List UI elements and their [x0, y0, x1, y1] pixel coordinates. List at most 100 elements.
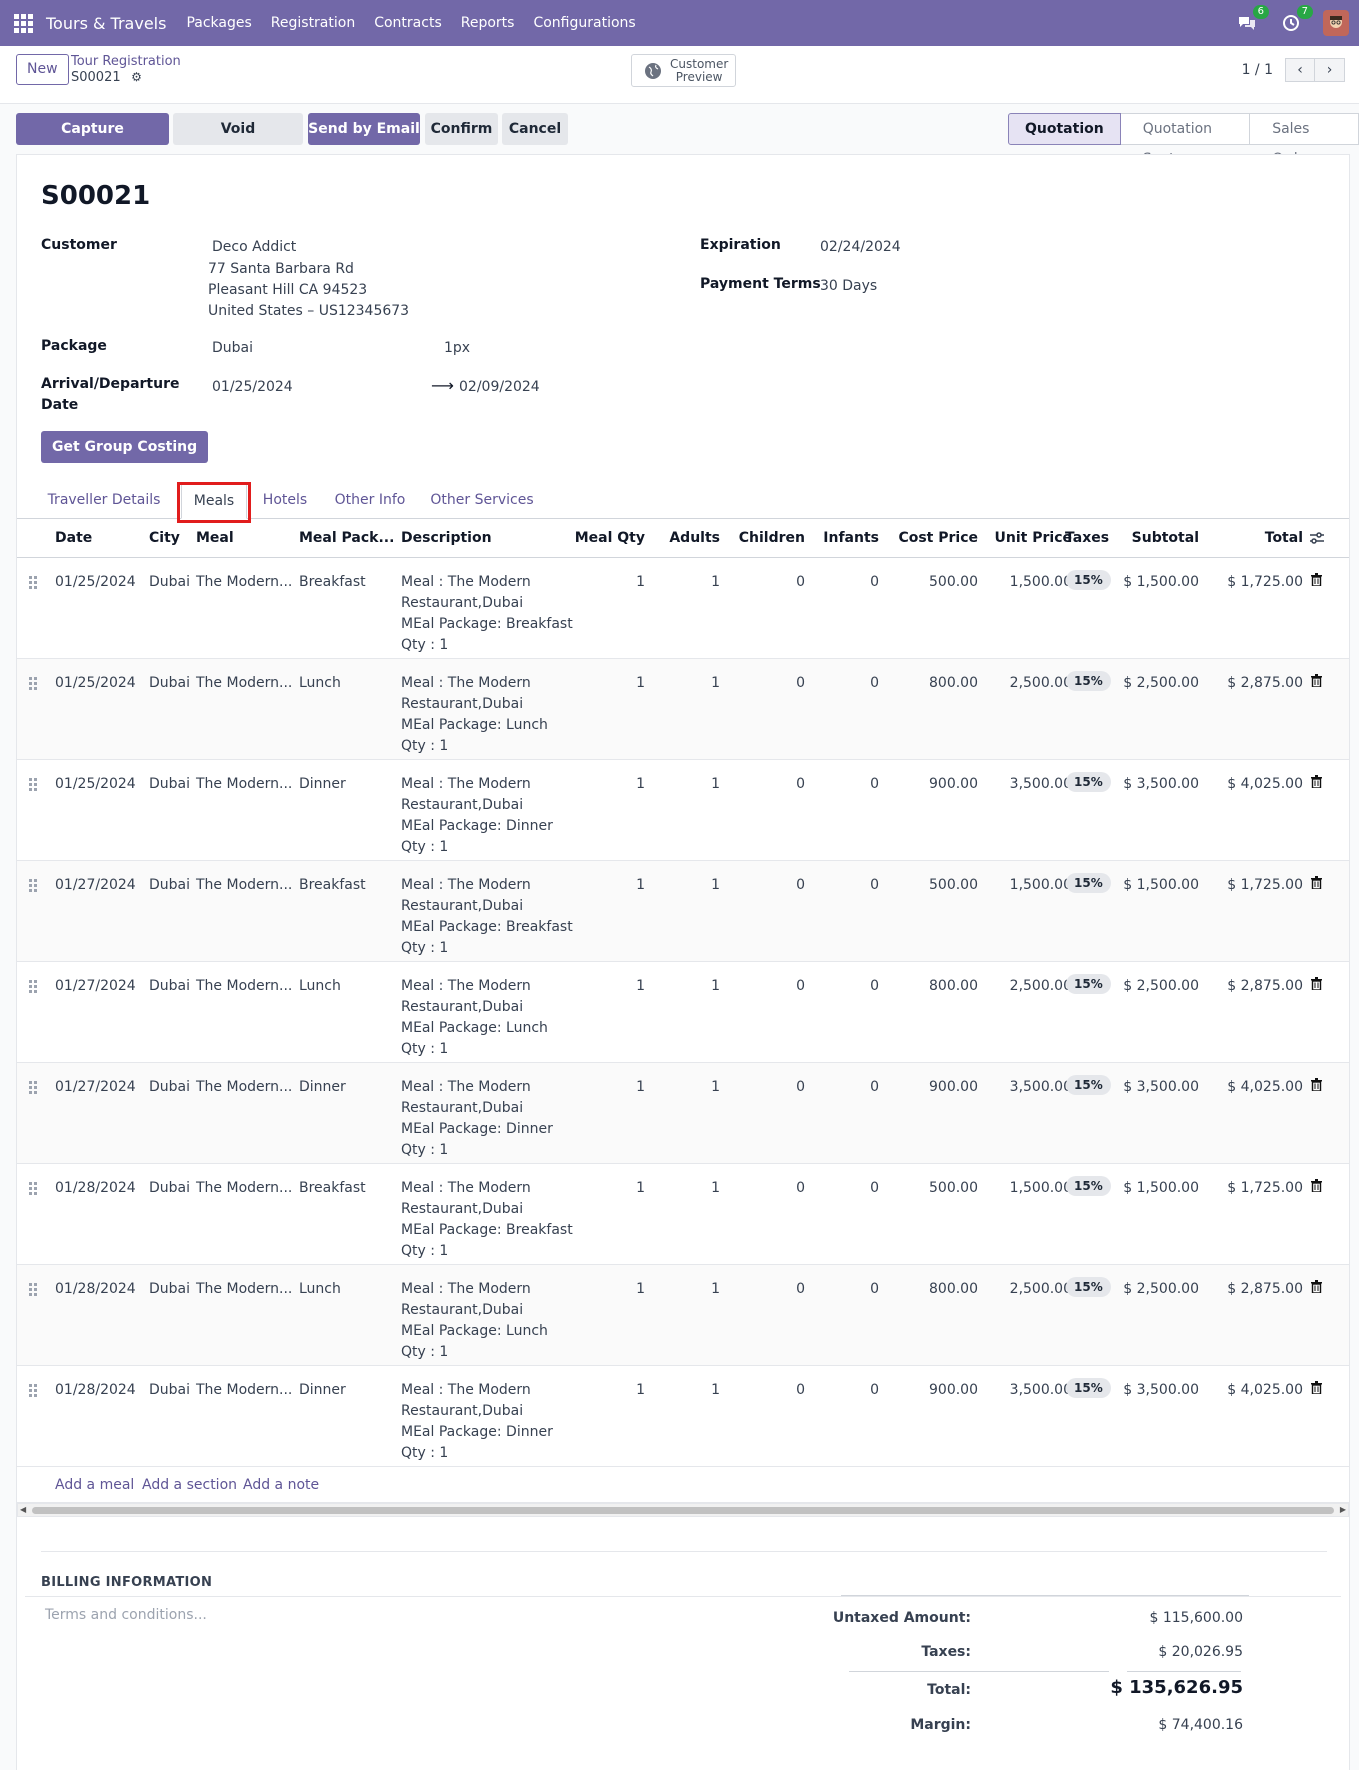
cell-unit-price[interactable]: 2,500.00: [985, 673, 1072, 694]
cell-unit-price[interactable]: 3,500.00: [985, 1380, 1072, 1401]
tax-badge[interactable]: 15%: [1066, 873, 1111, 893]
cell-meal-package[interactable]: Dinner: [299, 1077, 346, 1098]
cell-meal[interactable]: The Modern...: [196, 1077, 292, 1098]
drag-handle-icon[interactable]: [29, 879, 37, 892]
customer-field[interactable]: Deco Addict: [212, 239, 296, 255]
pager-next-button[interactable]: ›: [1315, 58, 1345, 82]
cell-adults[interactable]: 1: [657, 976, 720, 997]
cell-city[interactable]: Dubai: [149, 1279, 190, 1300]
cell-meal-qty[interactable]: 1: [565, 1279, 645, 1300]
confirm-button[interactable]: Confirm: [425, 113, 498, 145]
payment-terms-field[interactable]: 30 Days: [820, 278, 877, 294]
menu-registration[interactable]: Registration: [271, 15, 355, 31]
cell-description[interactable]: Meal : The Modern Restaurant,Dubai MEal …: [401, 1380, 561, 1464]
cell-city[interactable]: Dubai: [149, 875, 190, 896]
cell-adults[interactable]: 1: [657, 673, 720, 694]
cell-infants[interactable]: 0: [812, 1077, 879, 1098]
cell-unit-price[interactable]: 1,500.00: [985, 875, 1072, 896]
drag-handle-icon[interactable]: [29, 576, 37, 589]
expiration-field[interactable]: 02/24/2024: [820, 239, 901, 255]
cell-adults[interactable]: 1: [657, 572, 720, 593]
cell-city[interactable]: Dubai: [149, 673, 190, 694]
cell-adults[interactable]: 1: [657, 875, 720, 896]
cell-meal-package[interactable]: Lunch: [299, 976, 341, 997]
table-row[interactable]: 01/28/2024 Dubai The Modern... Breakfast…: [17, 1164, 1349, 1265]
cell-infants[interactable]: 0: [812, 774, 879, 795]
cell-cost-price[interactable]: 800.00: [886, 673, 978, 694]
cell-meal-package[interactable]: Breakfast: [299, 875, 366, 896]
column-date[interactable]: Date: [55, 519, 92, 558]
cell-infants[interactable]: 0: [812, 875, 879, 896]
cell-city[interactable]: Dubai: [149, 1077, 190, 1098]
drag-handle-icon[interactable]: [29, 1182, 37, 1195]
cell-children[interactable]: 0: [727, 1077, 805, 1098]
tab-meals[interactable]: Meals: [181, 483, 247, 519]
user-avatar[interactable]: [1323, 10, 1349, 36]
table-row[interactable]: 01/25/2024 Dubai The Modern... Lunch Mea…: [17, 659, 1349, 760]
cell-meal-qty[interactable]: 1: [565, 1178, 645, 1199]
column-city[interactable]: City: [149, 519, 180, 558]
add-note-link[interactable]: Add a note: [243, 1467, 319, 1503]
scroll-right-icon[interactable]: ▶: [1340, 1504, 1346, 1516]
customer-preview-button[interactable]: Customer Preview: [631, 54, 736, 87]
cell-infants[interactable]: 0: [812, 673, 879, 694]
trash-icon[interactable]: [1311, 977, 1322, 990]
cell-children[interactable]: 0: [727, 1178, 805, 1199]
cell-meal[interactable]: The Modern...: [196, 572, 292, 593]
cell-cost-price[interactable]: 900.00: [886, 1077, 978, 1098]
cell-meal-package[interactable]: Dinner: [299, 774, 346, 795]
column-cost-price[interactable]: Cost Price: [886, 519, 978, 558]
cell-children[interactable]: 0: [727, 673, 805, 694]
drag-handle-icon[interactable]: [29, 1283, 37, 1296]
cell-adults[interactable]: 1: [657, 1279, 720, 1300]
package-extra-field[interactable]: 1px: [444, 340, 470, 356]
drag-handle-icon[interactable]: [29, 677, 37, 690]
column-meal-qty[interactable]: Meal Qty: [565, 519, 645, 558]
cell-meal-qty[interactable]: 1: [565, 572, 645, 593]
cell-city[interactable]: Dubai: [149, 1178, 190, 1199]
tax-badge[interactable]: 15%: [1066, 1277, 1111, 1297]
tax-badge[interactable]: 15%: [1066, 1176, 1111, 1196]
stage-quotation-sent[interactable]: Quotation Sent: [1120, 113, 1251, 167]
cell-infants[interactable]: 0: [812, 1178, 879, 1199]
tab-other-info[interactable]: Other Info: [325, 483, 415, 519]
cell-unit-price[interactable]: 3,500.00: [985, 774, 1072, 795]
trash-icon[interactable]: [1311, 674, 1322, 687]
cell-meal-package[interactable]: Lunch: [299, 1279, 341, 1300]
new-button[interactable]: New: [16, 54, 69, 85]
menu-packages[interactable]: Packages: [186, 15, 251, 31]
cell-date[interactable]: 01/28/2024: [55, 1178, 136, 1199]
cell-children[interactable]: 0: [727, 976, 805, 997]
scrollbar-thumb[interactable]: [32, 1507, 1334, 1514]
cell-meal[interactable]: The Modern...: [196, 1380, 292, 1401]
cell-meal-qty[interactable]: 1: [565, 875, 645, 896]
drag-handle-icon[interactable]: [29, 778, 37, 791]
cell-meal-qty[interactable]: 1: [565, 1380, 645, 1401]
tax-badge[interactable]: 15%: [1066, 1378, 1111, 1398]
cell-date[interactable]: 01/25/2024: [55, 673, 136, 694]
terms-and-conditions-field[interactable]: Terms and conditions...: [45, 1607, 207, 1623]
menu-configurations[interactable]: Configurations: [533, 15, 635, 31]
cell-adults[interactable]: 1: [657, 1077, 720, 1098]
cell-meal[interactable]: The Modern...: [196, 1178, 292, 1199]
cell-meal-qty[interactable]: 1: [565, 1077, 645, 1098]
cancel-button[interactable]: Cancel: [502, 113, 568, 145]
void-transaction-button[interactable]: Void Transaction: [173, 113, 303, 169]
trash-icon[interactable]: [1311, 573, 1322, 586]
column-adults[interactable]: Adults: [657, 519, 720, 558]
arrival-date-field[interactable]: 01/25/2024: [212, 379, 293, 395]
drag-handle-icon[interactable]: [29, 1081, 37, 1094]
cell-children[interactable]: 0: [727, 1380, 805, 1401]
send-by-email-button[interactable]: Send by Email: [308, 113, 420, 145]
cell-date[interactable]: 01/27/2024: [55, 1077, 136, 1098]
column-taxes[interactable]: Taxes: [1065, 519, 1109, 558]
table-row[interactable]: 01/25/2024 Dubai The Modern... Dinner Me…: [17, 760, 1349, 861]
cell-description[interactable]: Meal : The Modern Restaurant,Dubai MEal …: [401, 875, 573, 959]
table-row[interactable]: 01/28/2024 Dubai The Modern... Lunch Mea…: [17, 1265, 1349, 1366]
trash-icon[interactable]: [1311, 876, 1322, 889]
menu-contracts[interactable]: Contracts: [374, 15, 442, 31]
cell-meal-qty[interactable]: 1: [565, 774, 645, 795]
cell-unit-price[interactable]: 3,500.00: [985, 1077, 1072, 1098]
cell-description[interactable]: Meal : The Modern Restaurant,Dubai MEal …: [401, 976, 561, 1060]
cell-unit-price[interactable]: 1,500.00: [985, 1178, 1072, 1199]
